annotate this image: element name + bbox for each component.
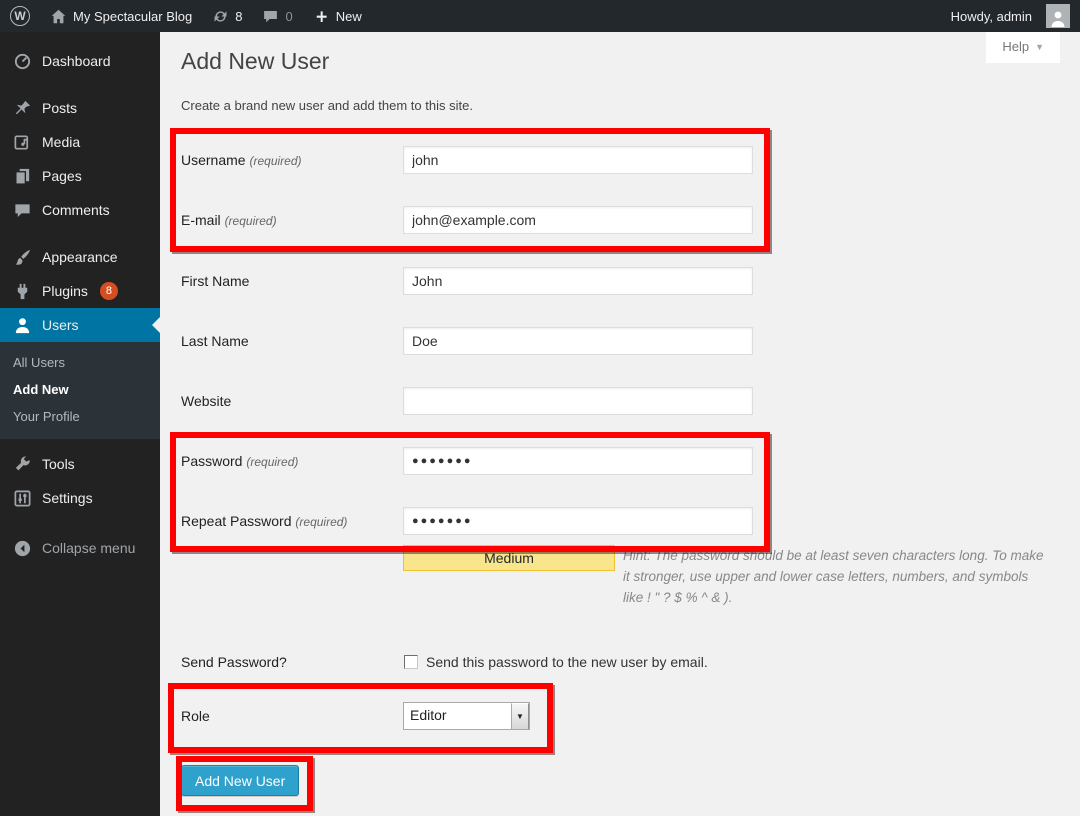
sidebar-item-pages[interactable]: Pages — [0, 159, 160, 193]
sidebar-item-add-new[interactable]: Add New — [0, 376, 160, 403]
sidebar-item-posts[interactable]: Posts — [0, 91, 160, 125]
email-label: E-mail (required) — [181, 206, 403, 235]
chevron-down-icon: ▼ — [1035, 42, 1044, 52]
plug-icon — [13, 282, 32, 301]
sidebar-item-label: Appearance — [42, 249, 118, 265]
sidebar-item-plugins[interactable]: Plugins 8 — [0, 274, 160, 308]
admin-bar: W My Spectacular Blog 8 0 New Howdy, adm… — [0, 0, 1080, 32]
plugins-update-badge: 8 — [100, 282, 118, 300]
first-name-label: First Name — [181, 267, 403, 295]
menu-separator — [0, 78, 160, 91]
select-dropdown-arrow-icon: ▼ — [511, 703, 529, 729]
email-field[interactable] — [403, 206, 753, 234]
sidebar-item-all-users[interactable]: All Users — [0, 349, 160, 376]
role-row: RoleEditor▼ — [181, 702, 530, 730]
password-strength-row: Medium Hint: The password should be at l… — [403, 545, 1051, 608]
send-password-row: Send Password? Send this password to the … — [181, 648, 708, 676]
pushpin-icon — [13, 99, 32, 118]
send-password-checkbox[interactable] — [404, 655, 418, 669]
sidebar-item-label: Comments — [42, 202, 110, 218]
sidebar-item-label: Collapse menu — [42, 540, 135, 556]
sidebar-item-appearance[interactable]: Appearance — [0, 240, 160, 274]
wordpress-menu[interactable]: W — [0, 0, 40, 32]
first-name-row: First Name — [181, 267, 753, 295]
sidebar-item-settings[interactable]: Settings — [0, 481, 160, 515]
update-icon — [212, 8, 229, 25]
page-title: Add New User — [181, 48, 329, 75]
my-account-menu[interactable]: Howdy, admin — [941, 0, 1080, 32]
sidebar-item-label: Settings — [42, 490, 93, 506]
comment-bubble-icon — [262, 8, 279, 25]
sidebar-item-label: Pages — [42, 168, 82, 184]
website-label: Website — [181, 387, 403, 415]
send-password-checkbox-label: Send this password to the new user by em… — [426, 654, 708, 670]
password-row: Password (required) — [181, 447, 753, 475]
comments-link[interactable]: 0 — [252, 0, 302, 32]
paintbrush-icon — [13, 248, 32, 267]
sidebar-item-label: Media — [42, 134, 80, 150]
user-icon — [13, 316, 32, 335]
sidebar-item-users[interactable]: Users — [0, 308, 160, 342]
menu-separator — [0, 227, 160, 240]
sidebar-item-media[interactable]: Media — [0, 125, 160, 159]
updates-link[interactable]: 8 — [202, 0, 252, 32]
website-input[interactable] — [403, 387, 753, 415]
wrench-icon — [13, 455, 32, 474]
sidebar-item-comments[interactable]: Comments — [0, 193, 160, 227]
help-label: Help — [1002, 39, 1029, 54]
last-name-row: Last Name — [181, 327, 753, 355]
help-button[interactable]: Help ▼ — [986, 32, 1060, 63]
site-link[interactable]: My Spectacular Blog — [40, 0, 202, 32]
menu-separator — [0, 439, 160, 447]
new-content-menu[interactable]: New — [303, 0, 372, 32]
username-row: Username (required) — [181, 146, 753, 174]
sidebar-item-dashboard[interactable]: Dashboard — [0, 44, 160, 78]
site-name: My Spectacular Blog — [73, 9, 192, 24]
page-description: Create a brand new user and add them to … — [181, 98, 473, 113]
pages-icon — [13, 167, 32, 186]
sidebar-item-label: Posts — [42, 100, 77, 116]
repeat-password-label: Repeat Password (required) — [181, 507, 403, 536]
password-strength-meter: Medium — [403, 545, 615, 571]
role-label: Role — [181, 702, 403, 730]
username-input[interactable] — [403, 146, 753, 174]
password-label: Password (required) — [181, 447, 403, 476]
home-icon — [50, 8, 67, 25]
users-submenu: All Users Add New Your Profile — [0, 342, 160, 439]
sidebar-item-label: Users — [42, 317, 79, 333]
collapse-arrow-icon — [13, 539, 32, 558]
sliders-icon — [13, 489, 32, 508]
wordpress-logo-icon: W — [10, 6, 30, 26]
role-selected-value: Editor — [404, 703, 511, 729]
last-name-label: Last Name — [181, 327, 403, 355]
admin-sidebar: Dashboard Posts Media Pages Comments — [0, 32, 160, 816]
dashboard-icon — [13, 52, 32, 71]
sidebar-item-your-profile[interactable]: Your Profile — [0, 403, 160, 430]
website-row: Website — [181, 387, 753, 415]
send-password-label: Send Password? — [181, 648, 403, 676]
sidebar-item-label: Dashboard — [42, 53, 111, 69]
sidebar-item-label: Tools — [42, 456, 75, 472]
howdy-text: Howdy, admin — [951, 9, 1032, 24]
role-select[interactable]: Editor▼ — [403, 702, 530, 730]
repeat-password-input[interactable] — [403, 507, 753, 535]
sidebar-item-tools[interactable]: Tools — [0, 447, 160, 481]
last-name-input[interactable] — [403, 327, 753, 355]
comment-count: 0 — [285, 9, 292, 24]
first-name-input[interactable] — [403, 267, 753, 295]
avatar — [1046, 4, 1070, 28]
new-label: New — [336, 9, 362, 24]
add-new-user-button[interactable]: Add New User — [181, 765, 299, 796]
sidebar-item-label: Plugins — [42, 283, 88, 299]
collapse-menu-button[interactable]: Collapse menu — [0, 531, 160, 565]
update-count: 8 — [235, 9, 242, 24]
username-label: Username (required) — [181, 146, 403, 175]
comments-icon — [13, 201, 32, 220]
email-row: E-mail (required) — [181, 206, 753, 234]
main-content: Help ▼ Add New User Create a brand new u… — [160, 32, 1080, 816]
password-input[interactable] — [403, 447, 753, 475]
repeat-password-row: Repeat Password (required) — [181, 507, 753, 535]
media-icon — [13, 133, 32, 152]
plus-icon — [313, 8, 330, 25]
